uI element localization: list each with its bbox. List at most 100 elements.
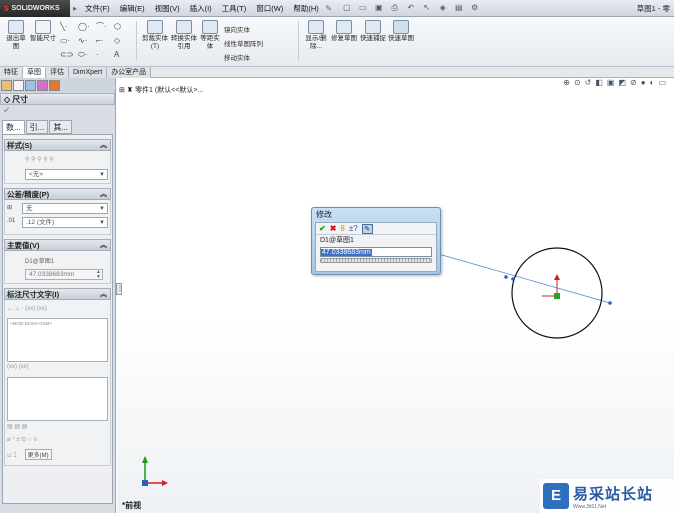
options-icon[interactable]: ⚙	[468, 2, 482, 14]
text-below-buttons: (xx) (xx)	[7, 364, 29, 370]
tab-other[interactable]: 其...	[49, 120, 73, 134]
menu-tools[interactable]: 工具(T)	[217, 0, 252, 17]
display-delete-relations-button[interactable]: 显示/删除...	[303, 20, 329, 51]
style-buttons: ⚲ ⚲ ⚲ ⚲ ⚲	[25, 157, 54, 163]
linear-pattern-button[interactable]: 线性草图阵列	[224, 38, 263, 48]
dimension-text-upper[interactable]: <MOD-DIAM><DIM>	[7, 318, 108, 362]
smart-dimension-button[interactable]: 智能尺寸	[30, 20, 56, 43]
mirror-entities-button[interactable]: 镜向实体	[224, 24, 250, 34]
pm-title-bar: ◇ 尺寸	[0, 93, 115, 105]
fillet-icon[interactable]: ⌐·	[96, 35, 114, 46]
thumbwheel[interactable]	[320, 258, 432, 263]
exit-sketch-button[interactable]: 退出草图	[4, 20, 28, 51]
ok-icon[interactable]: ✔	[319, 224, 326, 233]
ellipse-icon[interactable]: ⬭·	[78, 49, 96, 60]
dimension-arrow-point[interactable]	[511, 277, 515, 281]
cancel-icon[interactable]: ✖	[330, 224, 337, 233]
repair-icon	[336, 20, 352, 34]
more-symbols-button[interactable]: 更多(M)	[24, 449, 52, 460]
menu-file[interactable]: 文件(F)	[80, 0, 115, 17]
menu-window[interactable]: 窗口(W)	[251, 0, 288, 17]
watermark-logo-icon: E	[543, 483, 569, 509]
open-icon[interactable]: ▭	[356, 2, 370, 14]
rebuild-icon[interactable]: 8	[340, 224, 344, 233]
quick-snaps-button[interactable]: 快速捕捉	[360, 20, 386, 43]
print-icon[interactable]: ⎙	[388, 2, 402, 14]
symbol-row-icons: ⊔ ⌶	[7, 453, 17, 459]
precision-icon: .01	[7, 217, 16, 224]
mark-dimension-icon[interactable]: ✎	[361, 223, 373, 234]
tolerance-group-header[interactable]: 公差/精度(P) ︽	[4, 188, 111, 200]
style-group-header[interactable]: 样式(S) ︽	[4, 139, 111, 151]
app-logo[interactable]: ƽ SOLIDWORKS	[0, 0, 70, 17]
reverse-direction-icon[interactable]: ±?	[349, 224, 358, 233]
spinner-icon[interactable]: ▲ ▼	[96, 270, 101, 280]
panel-collapse-handle[interactable]: ⋮	[116, 283, 123, 295]
move-entities-button[interactable]: 移动实体	[224, 52, 250, 62]
primary-value-group: 主要值(V) ︽ D1@草图1 47.0338683mm ▲ ▼	[4, 239, 111, 284]
text-icon[interactable]: A	[114, 49, 132, 60]
tab-office-products[interactable]: 办公室产品	[107, 67, 152, 78]
spline-icon[interactable]: ∿·	[78, 35, 96, 46]
save-icon[interactable]: ▣	[372, 2, 386, 14]
dialog-toolbar: ✔ ✖ 8 ±? ✎	[316, 223, 436, 235]
tolerance-group: 公差/精度(P) ︽ ⊞ 无 ▼ .01 .12 (文件) ▼	[4, 188, 111, 235]
repair-sketch-button[interactable]: 修复草图	[331, 20, 357, 43]
new-icon[interactable]: ▢	[340, 2, 354, 14]
dimension-text-lower[interactable]	[7, 377, 108, 421]
feature-manager-icon[interactable]	[1, 80, 12, 91]
style-select[interactable]: <无> ▼	[25, 169, 108, 180]
relations-icon	[308, 20, 324, 34]
menu-help[interactable]: 帮助(H)	[288, 0, 323, 17]
circle-center-point[interactable]	[554, 293, 560, 299]
exit-sketch-icon	[8, 20, 24, 34]
precision-select[interactable]: .12 (文件) ▼	[22, 217, 108, 228]
rebuild-icon[interactable]: ◈	[436, 2, 450, 14]
tolerance-type-select[interactable]: 无 ▼	[22, 203, 108, 214]
point-icon[interactable]: ·	[96, 49, 114, 60]
slot-icon[interactable]: ⊂⊃	[60, 49, 78, 60]
sketch-canvas[interactable]	[117, 78, 674, 513]
menu-insert[interactable]: 插入(I)	[185, 0, 217, 17]
tab-leaders[interactable]: 引...	[25, 120, 49, 134]
graphics-area[interactable]: ⊕ ⊙ ↺ ◧ ▣ ◩ ⊘ ● ◐ ▭ ⊞ ♜ 零件1 (默认<<默认>... …	[117, 78, 674, 513]
undo-icon[interactable]: ↶	[404, 2, 418, 14]
ok-icon[interactable]: ✔	[0, 105, 115, 117]
dimension-value-input[interactable]: 47.0338683mm	[320, 247, 432, 257]
menu-view[interactable]: 视图(V)	[150, 0, 185, 17]
menu-edit[interactable]: 编辑(E)	[115, 0, 150, 17]
rapid-sketch-button[interactable]: 快速草图	[388, 20, 414, 43]
select-icon[interactable]: ↖	[420, 2, 434, 14]
trim-entities-button[interactable]: 剪裁实体(T)	[141, 20, 169, 51]
property-manager-icon[interactable]	[13, 80, 24, 91]
polygon-icon[interactable]: ⬡	[114, 21, 132, 32]
dimxpert-manager-icon[interactable]	[37, 80, 48, 91]
rectangle-icon[interactable]: ▭·	[60, 35, 78, 46]
tab-features[interactable]: 特征	[0, 67, 23, 78]
collapse-icon: ︽	[100, 191, 107, 198]
tab-dimxpert[interactable]: DimXpert	[69, 67, 108, 78]
dimension-text-header[interactable]: 标注尺寸文字(I) ︽	[4, 288, 111, 300]
convert-entities-button[interactable]: 转换实体引用	[170, 20, 198, 51]
tab-evaluate[interactable]: 评估	[46, 67, 69, 78]
dimension-arrow-point[interactable]	[608, 301, 612, 305]
plane-icon[interactable]: ◇	[114, 35, 132, 46]
configuration-manager-icon[interactable]	[25, 80, 36, 91]
tab-value[interactable]: 数...	[2, 120, 25, 134]
dimension-name-field[interactable]: D1@草图1	[25, 256, 108, 265]
menu-arrow-icon[interactable]: ▸	[70, 4, 80, 13]
offset-entities-button[interactable]: 等距实体	[199, 20, 221, 51]
tab-sketch[interactable]: 草图	[23, 67, 46, 78]
window-title: 草图1 - 零	[636, 4, 670, 13]
line-icon[interactable]: ╲·	[60, 21, 78, 32]
menu-bar: 文件(F) 编辑(E) 视图(V) 插入(I) 工具(T) 窗口(W) 帮助(H…	[80, 0, 324, 17]
pin-icon[interactable]: ✎	[324, 4, 334, 13]
dialog-title[interactable]: 修改	[312, 208, 440, 222]
primary-value-field[interactable]: 47.0338683mm ▲ ▼	[25, 269, 103, 280]
arc-icon[interactable]: ⌒·	[96, 21, 114, 32]
display-manager-icon[interactable]	[49, 80, 60, 91]
dimension-arrow-point[interactable]	[504, 275, 508, 279]
circle-icon[interactable]: ◯·	[78, 21, 96, 32]
primary-value-header[interactable]: 主要值(V) ︽	[4, 239, 111, 251]
file-properties-icon[interactable]: ▤	[452, 2, 466, 14]
